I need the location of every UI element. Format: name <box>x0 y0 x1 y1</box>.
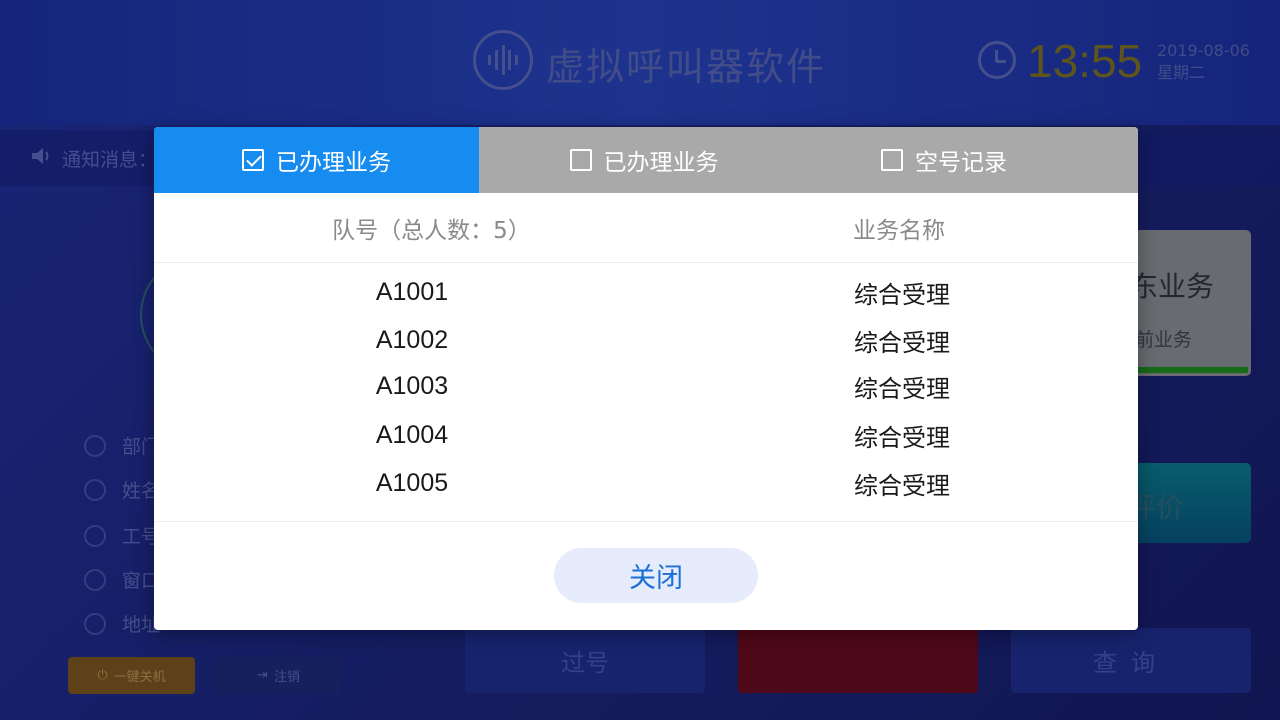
service-cell: 综合受理 <box>854 280 950 309</box>
checkbox-unchecked-icon <box>569 149 592 171</box>
checkbox-checked-icon <box>242 149 264 171</box>
column-service: 业务名称 <box>853 218 945 244</box>
table-row[interactable]: A1004 综合受理 <box>154 415 1138 455</box>
table-header: 队号（总人数：5） 业务名称 <box>154 193 1138 263</box>
tab-label: 空号记录 <box>915 150 1007 176</box>
table-row[interactable]: A1005 综合受理 <box>154 463 1138 503</box>
queue-cell: A1002 <box>375 325 449 354</box>
service-cell: 综合受理 <box>854 423 950 452</box>
table-row[interactable]: A1003 综合受理 <box>154 366 1138 406</box>
records-dialog: 已办理业务 已办理业务 空号记录 队号（总人数：5） 业务名称 A1001 综合… <box>154 127 1138 630</box>
tab-bar: 已办理业务 已办理业务 空号记录 <box>154 127 1138 193</box>
queue-cell: A1003 <box>375 371 449 400</box>
tab-processed[interactable]: 已办理业务 <box>154 127 479 193</box>
table-body: A1001 综合受理 A1002 综合受理 A1003 综合受理 A1004 综… <box>154 264 1138 522</box>
service-cell: 综合受理 <box>854 328 950 357</box>
tab-label: 已办理业务 <box>276 150 391 176</box>
tab-processed-2[interactable]: 已办理业务 <box>559 127 729 193</box>
service-cell: 综合受理 <box>854 471 950 500</box>
tab-label: 已办理业务 <box>603 150 719 176</box>
close-button[interactable]: 关闭 <box>554 548 758 603</box>
table-row[interactable]: A1002 综合受理 <box>154 320 1138 360</box>
queue-cell: A1004 <box>375 420 449 449</box>
tab-empty-records[interactable]: 空号记录 <box>869 127 1019 193</box>
table-row[interactable]: A1001 综合受理 <box>154 272 1138 312</box>
service-cell: 综合受理 <box>854 374 950 403</box>
column-queue: 队号（总人数：5） <box>332 218 531 244</box>
queue-cell: A1001 <box>375 277 449 306</box>
queue-cell: A1005 <box>375 468 449 497</box>
checkbox-unchecked-icon <box>881 149 903 171</box>
